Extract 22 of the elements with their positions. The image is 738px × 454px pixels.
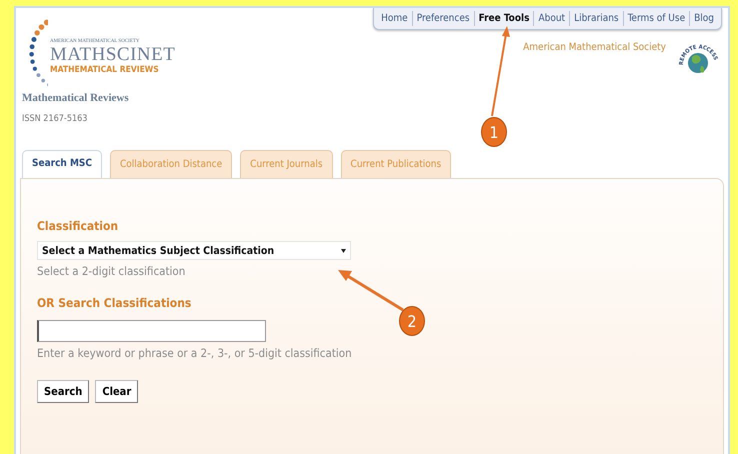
dropdown-caret-icon bbox=[341, 248, 346, 252]
search-hint: Enter a keyword or phrase or a 2-, 3-, or 5-digit classification bbox=[37, 346, 353, 360]
search-field[interactable] bbox=[37, 320, 266, 342]
nav-link[interactable]: Preferences bbox=[412, 11, 475, 26]
classification-label: Classification bbox=[37, 219, 120, 233]
nav-link[interactable]: Terms of Use bbox=[624, 11, 690, 26]
nav-link[interactable]: Free Tools bbox=[474, 11, 534, 26]
logo-subtitle: MATHEMATICAL REVIEWS bbox=[50, 65, 160, 75]
issn-text: ISSN 2167-5163 bbox=[22, 114, 88, 124]
nav-link[interactable]: Librarians bbox=[570, 11, 624, 26]
nav-link[interactable]: Home bbox=[377, 11, 413, 26]
form-button[interactable]: Search bbox=[37, 380, 90, 403]
search-label: OR Search Classifications bbox=[37, 296, 192, 310]
form-button[interactable]: Clear bbox=[95, 380, 138, 403]
nav-link[interactable]: About bbox=[534, 11, 570, 26]
tab[interactable]: Search MSC bbox=[22, 150, 102, 178]
annotation-arrow bbox=[338, 270, 404, 312]
page-heading: Mathematical Reviews bbox=[22, 92, 130, 104]
nav-link[interactable]: Blog bbox=[690, 11, 718, 26]
classification-dropdown[interactable]: Select a Mathematics Subject Classification bbox=[37, 241, 351, 260]
select-hint: Select a 2-digit classification bbox=[37, 264, 186, 278]
logo-name: MATHSCINET bbox=[50, 44, 176, 65]
